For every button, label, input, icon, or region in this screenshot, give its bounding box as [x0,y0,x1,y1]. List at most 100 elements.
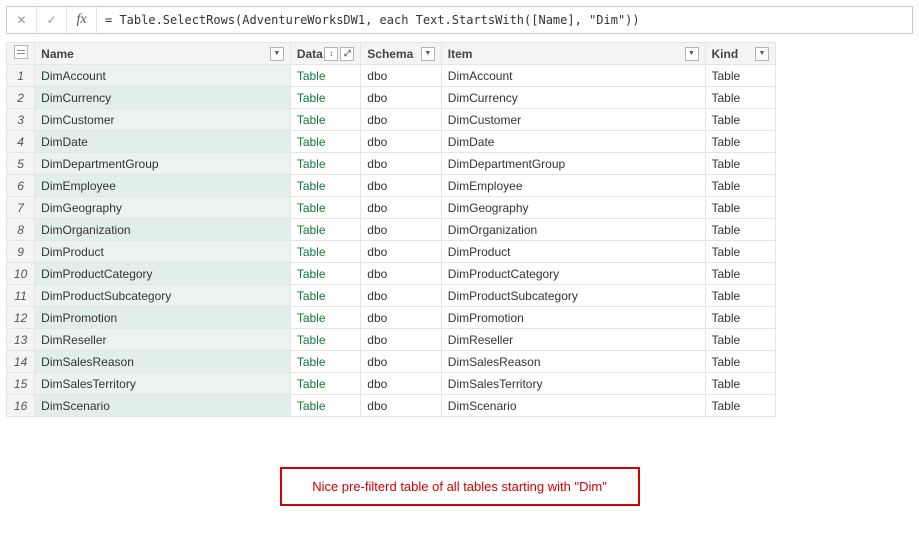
cell-name[interactable]: DimGeography [35,197,291,219]
cell-schema[interactable]: dbo [361,175,442,197]
cell-schema[interactable]: dbo [361,219,442,241]
formula-input[interactable]: = Table.SelectRows(AdventureWorksDW1, ea… [97,13,912,27]
cell-name[interactable]: DimDate [35,131,291,153]
table-row[interactable]: 8DimOrganizationTabledboDimOrganizationT… [7,219,776,241]
cell-schema[interactable]: dbo [361,307,442,329]
cell-data[interactable]: Table [290,351,360,373]
cell-item[interactable]: DimCurrency [441,87,705,109]
cell-data[interactable]: Table [290,87,360,109]
cell-kind[interactable]: Table [705,263,776,285]
cell-data[interactable]: Table [290,175,360,197]
cell-name[interactable]: DimPromotion [35,307,291,329]
cell-name[interactable]: DimSalesReason [35,351,291,373]
row-number[interactable]: 3 [7,109,35,131]
cell-item[interactable]: DimOrganization [441,219,705,241]
row-number[interactable]: 4 [7,131,35,153]
cell-item[interactable]: DimProductCategory [441,263,705,285]
table-row[interactable]: 7DimGeographyTabledboDimGeographyTable [7,197,776,219]
cell-kind[interactable]: Table [705,241,776,263]
filter-icon[interactable]: ▼ [755,47,769,61]
row-number[interactable]: 13 [7,329,35,351]
table-row[interactable]: 16DimScenarioTabledboDimScenarioTable [7,395,776,417]
cell-kind[interactable]: Table [705,197,776,219]
row-number[interactable]: 10 [7,263,35,285]
cell-item[interactable]: DimReseller [441,329,705,351]
filter-icon[interactable]: ▼ [685,47,699,61]
cell-data[interactable]: Table [290,109,360,131]
cell-data[interactable]: Table [290,197,360,219]
cell-schema[interactable]: dbo [361,263,442,285]
row-number[interactable]: 14 [7,351,35,373]
select-all-corner[interactable] [7,43,35,65]
table-row[interactable]: 6DimEmployeeTabledboDimEmployeeTable [7,175,776,197]
cell-name[interactable]: DimProductSubcategory [35,285,291,307]
cell-schema[interactable]: dbo [361,373,442,395]
cell-kind[interactable]: Table [705,307,776,329]
cell-kind[interactable]: Table [705,153,776,175]
cell-name[interactable]: DimProductCategory [35,263,291,285]
cell-data[interactable]: Table [290,329,360,351]
table-row[interactable]: 11DimProductSubcategoryTabledboDimProduc… [7,285,776,307]
cell-data[interactable]: Table [290,307,360,329]
row-number[interactable]: 15 [7,373,35,395]
cell-item[interactable]: DimCustomer [441,109,705,131]
cell-name[interactable]: DimEmployee [35,175,291,197]
cell-data[interactable]: Table [290,153,360,175]
cell-data[interactable]: Table [290,373,360,395]
cell-data[interactable]: Table [290,241,360,263]
table-row[interactable]: 1DimAccountTabledboDimAccountTable [7,65,776,87]
row-number[interactable]: 9 [7,241,35,263]
cell-schema[interactable]: dbo [361,351,442,373]
cell-schema[interactable]: dbo [361,153,442,175]
cell-name[interactable]: DimReseller [35,329,291,351]
row-number[interactable]: 8 [7,219,35,241]
cell-data[interactable]: Table [290,65,360,87]
confirm-formula-button[interactable]: ✓ [37,7,67,33]
cell-item[interactable]: DimDate [441,131,705,153]
table-row[interactable]: 4DimDateTabledboDimDateTable [7,131,776,153]
row-number[interactable]: 5 [7,153,35,175]
row-number[interactable]: 16 [7,395,35,417]
cell-item[interactable]: DimSalesReason [441,351,705,373]
cell-schema[interactable]: dbo [361,65,442,87]
cell-name[interactable]: DimProduct [35,241,291,263]
expand-icon[interactable]: ↕⤢ [324,47,354,61]
cell-kind[interactable]: Table [705,373,776,395]
cell-schema[interactable]: dbo [361,131,442,153]
cell-name[interactable]: DimSalesTerritory [35,373,291,395]
cell-name[interactable]: DimScenario [35,395,291,417]
cell-schema[interactable]: dbo [361,395,442,417]
table-row[interactable]: 13DimResellerTabledboDimResellerTable [7,329,776,351]
column-header-schema[interactable]: Schema▼ [361,43,442,65]
column-header-name[interactable]: Name▼ [35,43,291,65]
filter-icon[interactable]: ▼ [270,47,284,61]
cell-kind[interactable]: Table [705,219,776,241]
cell-data[interactable]: Table [290,131,360,153]
row-number[interactable]: 12 [7,307,35,329]
cell-data[interactable]: Table [290,219,360,241]
row-number[interactable]: 2 [7,87,35,109]
cell-name[interactable]: DimOrganization [35,219,291,241]
cell-name[interactable]: DimCustomer [35,109,291,131]
table-row[interactable]: 9DimProductTabledboDimProductTable [7,241,776,263]
cell-kind[interactable]: Table [705,175,776,197]
cell-item[interactable]: DimProduct [441,241,705,263]
cell-data[interactable]: Table [290,395,360,417]
cell-kind[interactable]: Table [705,65,776,87]
cell-item[interactable]: DimScenario [441,395,705,417]
table-row[interactable]: 15DimSalesTerritoryTabledboDimSalesTerri… [7,373,776,395]
cell-kind[interactable]: Table [705,351,776,373]
row-number[interactable]: 7 [7,197,35,219]
cell-data[interactable]: Table [290,263,360,285]
cell-schema[interactable]: dbo [361,109,442,131]
cell-kind[interactable]: Table [705,109,776,131]
cell-kind[interactable]: Table [705,87,776,109]
cell-schema[interactable]: dbo [361,329,442,351]
table-row[interactable]: 5DimDepartmentGroupTabledboDimDepartment… [7,153,776,175]
cell-item[interactable]: DimGeography [441,197,705,219]
cell-kind[interactable]: Table [705,131,776,153]
cell-item[interactable]: DimPromotion [441,307,705,329]
row-number[interactable]: 11 [7,285,35,307]
cell-schema[interactable]: dbo [361,285,442,307]
cell-kind[interactable]: Table [705,329,776,351]
